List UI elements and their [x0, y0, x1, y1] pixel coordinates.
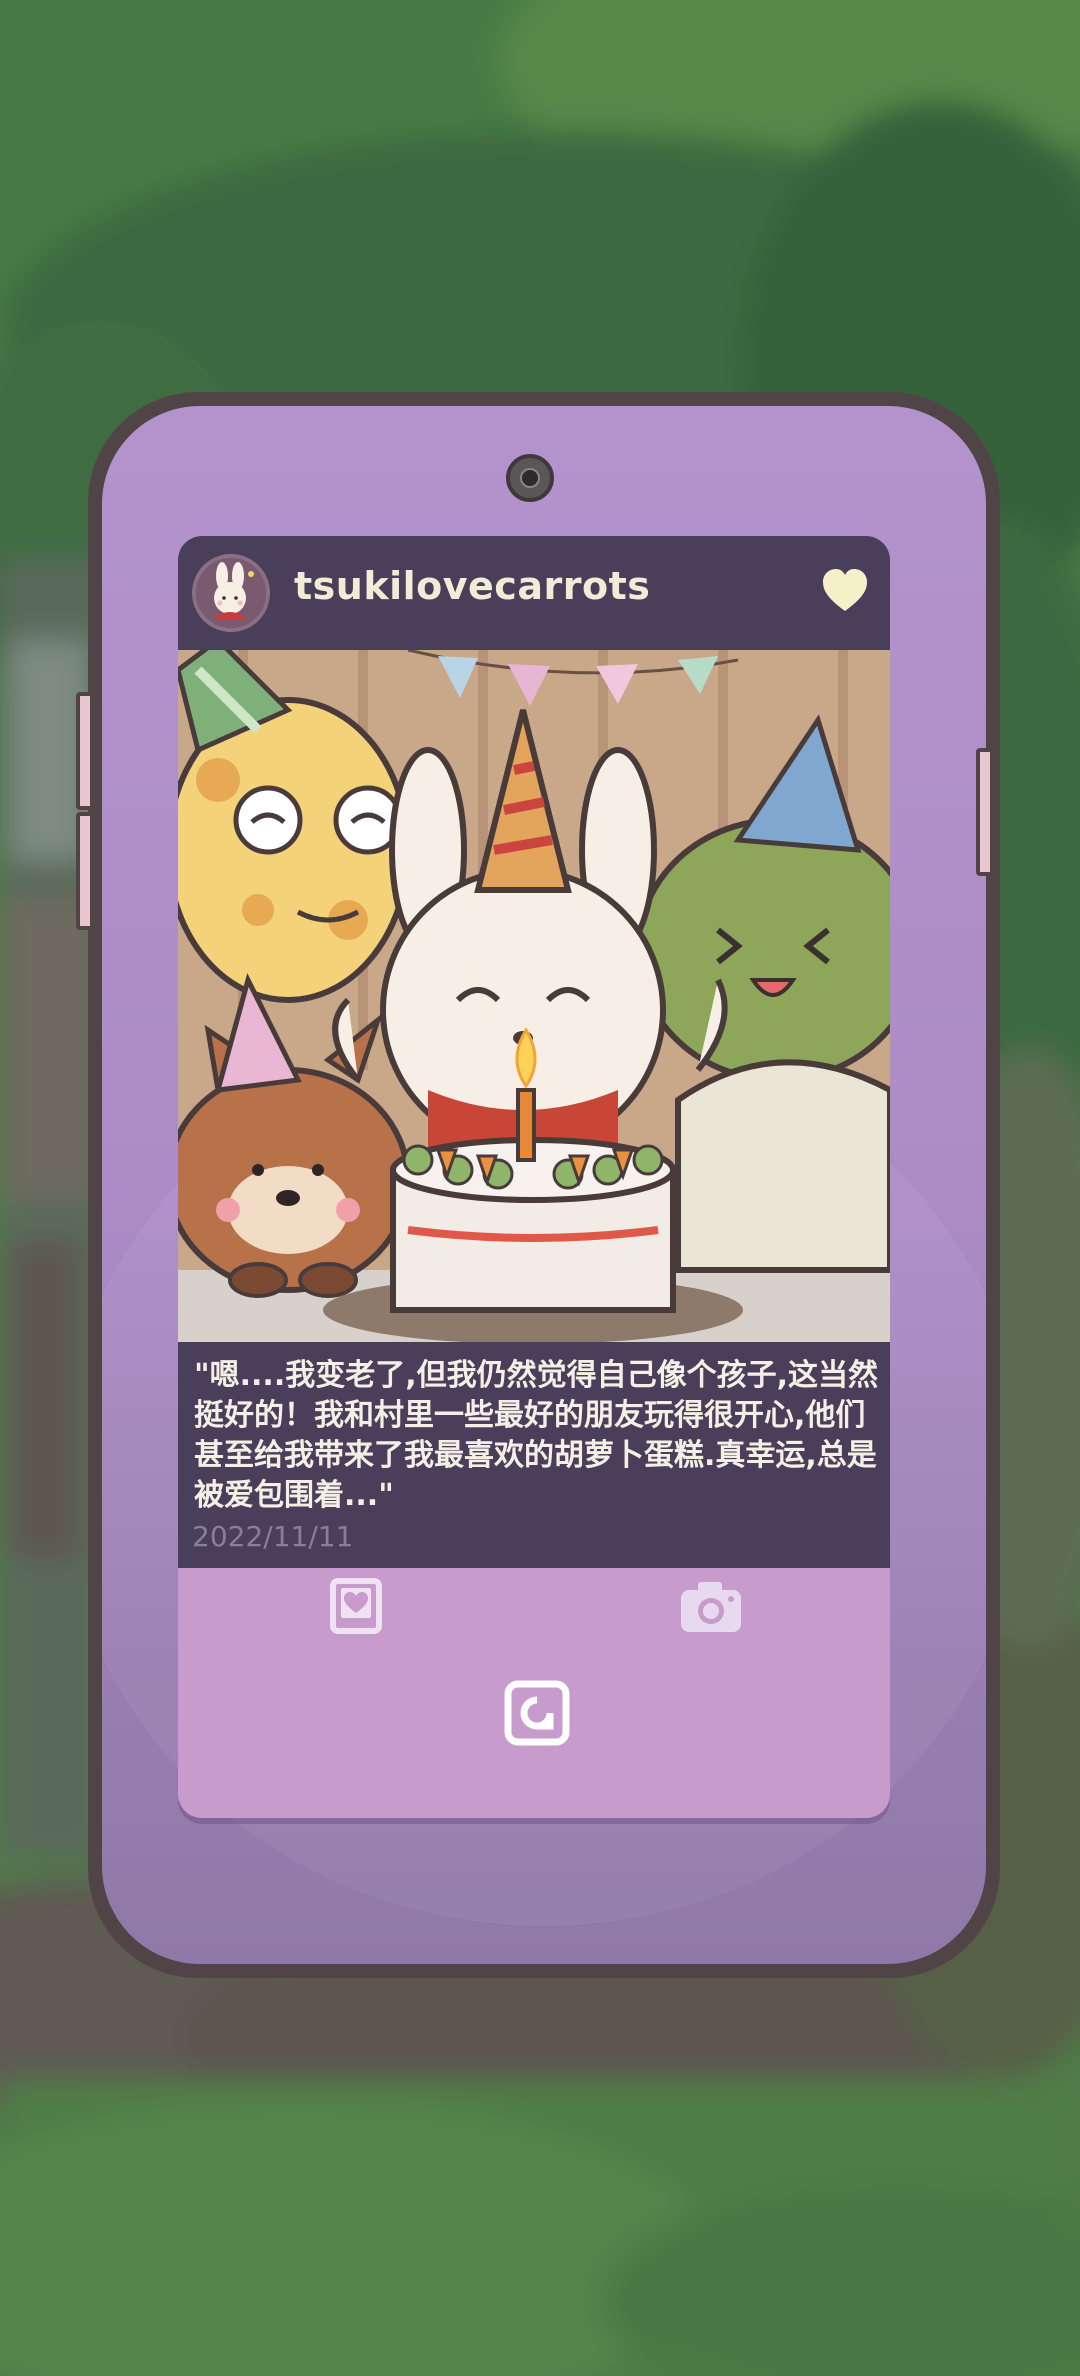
side-button-left-top — [76, 692, 94, 810]
game-scene: tsukilovecarrots "嗯....我变老了,但我仍然觉得自己像个孩子… — [0, 0, 1080, 2376]
post-header: tsukilovecarrots — [178, 536, 890, 650]
side-button-left-bottom — [76, 812, 94, 930]
user-avatar[interactable] — [192, 554, 270, 632]
rabbit-avatar-icon — [196, 558, 266, 628]
post-date: 2022/11/11 — [192, 1520, 354, 1553]
bottom-nav — [178, 1568, 890, 1818]
post-photo[interactable] — [178, 650, 890, 1342]
post-caption: "嗯....我变老了,但我仍然觉得自己像个孩子,这当然挺好的！我和村里一些最好的… — [194, 1358, 879, 1513]
phone-screen: tsukilovecarrots "嗯....我变老了,但我仍然觉得自己像个孩子… — [178, 536, 890, 1818]
heart-icon[interactable] — [820, 566, 870, 616]
side-button-right — [976, 748, 994, 876]
username[interactable]: tsukilovecarrots — [294, 564, 650, 608]
birthday-party-illustration — [178, 650, 890, 1342]
app-logo-icon[interactable] — [504, 1680, 570, 1746]
caption-box: "嗯....我变老了,但我仍然觉得自己像个孩子,这当然挺好的！我和村里一些最好的… — [178, 1342, 890, 1568]
front-camera-icon — [506, 454, 554, 502]
camera-icon[interactable] — [678, 1578, 744, 1634]
heart-card-icon[interactable] — [330, 1578, 382, 1634]
